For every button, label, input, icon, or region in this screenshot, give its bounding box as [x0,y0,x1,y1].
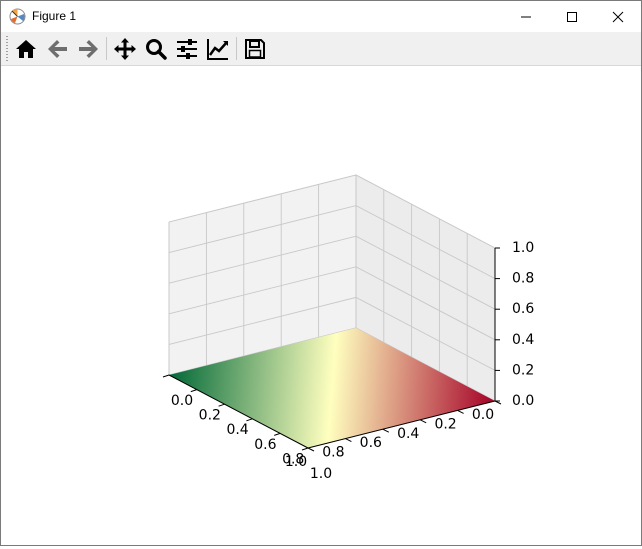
z-tick-label: 0.4 [512,332,534,348]
navigation-toolbar [1,32,641,66]
close-icon [612,11,624,23]
y-tick-mark [274,432,281,436]
pan-button[interactable] [112,36,138,62]
3d-axes[interactable]: 0.0 0.2 0.4 0.6 0.8 1.0 0.0 0.2 0.4 0.6 0.8 1.0 0.0 0… [1,66,641,545]
x-tick-label: 0.0 [472,407,494,423]
maximize-icon [567,12,577,22]
minimize-icon [521,16,531,18]
toolbar-separator [236,37,237,60]
x-tick-mark [345,438,352,443]
y-tick-label: 0.4 [226,422,248,438]
arrow-right-icon [79,40,98,58]
y-tick-label: 0.8 [282,451,304,467]
x-tick-mark [419,419,427,424]
toolbar-grip[interactable] [6,36,8,61]
arrow-left-icon [48,40,67,58]
title-bar[interactable]: Figure 1 [1,1,641,32]
magnifier-icon [146,39,167,60]
customize-button[interactable] [205,36,231,62]
close-button[interactable] [595,1,641,32]
zoom-button[interactable] [143,36,169,62]
y-tick-label: 0.0 [171,393,193,409]
z-tick-label: 1.0 [512,240,534,256]
x-tick-label: 0.4 [397,426,419,442]
sliders-icon [177,39,197,59]
figure-canvas[interactable]: 0.0 0.2 0.4 0.6 0.8 1.0 0.0 0.2 0.4 0.6 0.8 1.0 0.0 0… [1,66,641,545]
toolbar-separator [106,37,107,60]
x-tick-mark [307,447,315,452]
x-tick-label: 0.2 [434,416,456,432]
y-tick-label: 0.2 [199,408,221,424]
y-tick-mark [301,447,309,451]
figure-window: Figure 1 0.0 0.2 0.4 0.6 0.8 1.0 0.0 0.2… [0,0,642,546]
z-tick-label: 0.0 [512,393,534,409]
y-tick-label: 0.6 [254,437,276,453]
y-tick-mark [246,418,253,422]
back-button[interactable] [45,36,71,62]
y-tick-mark [218,403,225,407]
window-title: Figure 1 [32,9,77,23]
z-tick-label: 0.8 [512,271,534,287]
minimize-button[interactable] [503,1,549,32]
move-icon [114,38,136,60]
z-tick-label: 0.6 [512,301,534,317]
floppy-disk-icon [245,39,265,59]
matplotlib-icon [9,8,26,25]
y-tick-label: 1.0 [310,466,332,482]
z-tick-label: 0.2 [512,362,534,378]
home-icon [16,40,36,58]
subplots-button[interactable] [174,36,200,62]
line-chart-icon [207,39,228,60]
x-tick-label: 0.8 [322,445,344,461]
home-button[interactable] [13,36,39,62]
maximize-button[interactable] [549,1,595,32]
y-tick-mark [162,374,170,378]
x-tick-label: 0.6 [360,435,382,451]
x-tick-mark [382,428,390,433]
forward-button[interactable] [75,36,101,62]
save-button[interactable] [242,36,268,62]
y-tick-mark [190,389,197,393]
x-tick-mark [457,409,464,414]
